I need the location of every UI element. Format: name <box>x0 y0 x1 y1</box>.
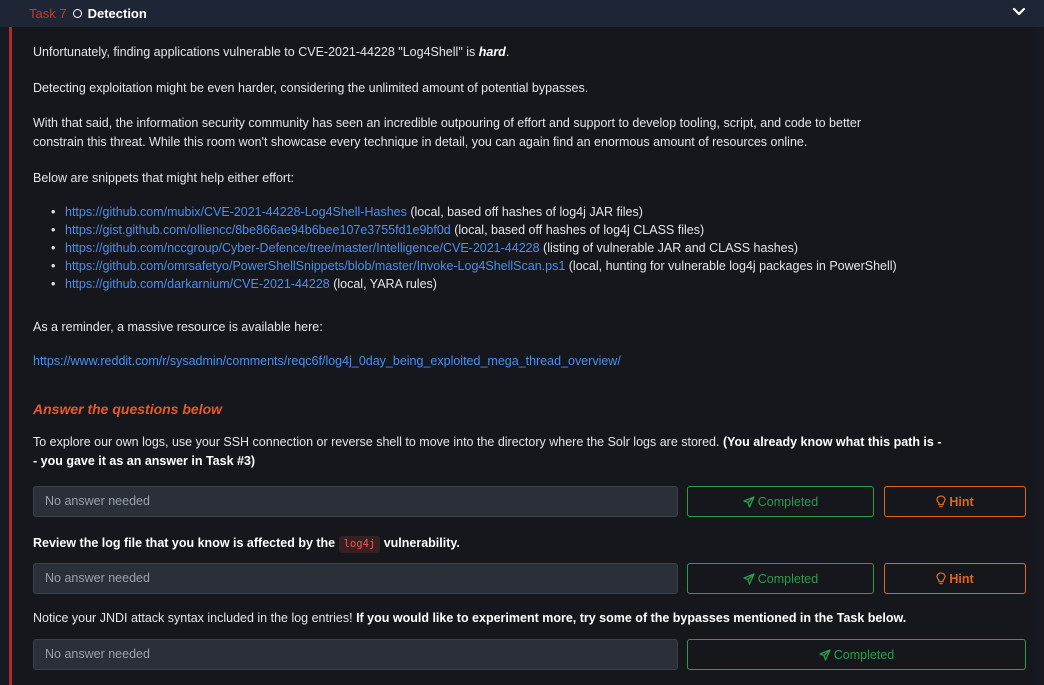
resource-link[interactable]: https://github.com/darkarnium/CVE-2021-4… <box>65 277 330 291</box>
list-item: https://github.com/omrsafetyo/PowerShell… <box>42 257 897 275</box>
completed-button-1[interactable]: Completed <box>687 486 874 517</box>
hint-button-2[interactable]: Hint <box>884 563 1026 594</box>
emphasis-hard: hard <box>478 45 506 59</box>
completed-label: Completed <box>757 571 819 586</box>
code-log4j: log4j <box>338 536 381 553</box>
resource-link[interactable]: https://github.com/mubix/CVE-2021-44228-… <box>65 205 407 219</box>
task-content: Unfortunately, finding applications vuln… <box>9 27 1035 685</box>
paper-plane-icon <box>743 572 755 585</box>
answer-input-3[interactable]: No answer needed <box>33 639 678 670</box>
task-title: Detection <box>87 6 147 21</box>
list-item: https://github.com/darkarnium/CVE-2021-4… <box>42 275 897 293</box>
resource-link[interactable]: https://gist.github.com/olliencc/8be866a… <box>65 223 451 237</box>
hint-label: Hint <box>949 571 974 586</box>
chevron-down-icon[interactable] <box>1012 3 1026 21</box>
list-item: https://github.com/mubix/CVE-2021-44228-… <box>42 203 897 221</box>
task-header[interactable]: Task 7 Detection <box>0 0 1044 27</box>
question-2-text: Review the log file that you know is aff… <box>33 534 460 553</box>
question-3-text: Notice your JNDI attack syntax included … <box>33 611 907 625</box>
completed-label: Completed <box>833 647 895 662</box>
resource-link-list: https://github.com/mubix/CVE-2021-44228-… <box>42 203 897 293</box>
completed-button-3[interactable]: Completed <box>687 639 1026 670</box>
list-item: https://github.com/nccgroup/Cyber-Defenc… <box>42 239 897 257</box>
completed-label: Completed <box>757 494 819 509</box>
paper-plane-icon <box>819 648 831 661</box>
lightbulb-icon <box>936 572 946 585</box>
hint-button-1[interactable]: Hint <box>884 486 1026 517</box>
answer-input-1[interactable]: No answer needed <box>33 486 678 517</box>
question-1-text: To explore our own logs, use your SSH co… <box>33 435 942 468</box>
task-number: Task 7 <box>29 6 67 21</box>
lightbulb-icon <box>936 495 946 508</box>
intro-paragraph-3: With that said, the information security… <box>33 116 862 149</box>
paper-plane-icon <box>743 495 755 508</box>
reddit-link[interactable]: https://www.reddit.com/r/sysadmin/commen… <box>33 354 621 368</box>
answers-heading: Answer the questions below <box>33 401 223 417</box>
reminder-text: As a reminder, a massive resource is ava… <box>33 320 323 334</box>
intro-paragraph-4: Below are snippets that might help eithe… <box>33 171 295 185</box>
circle-icon <box>72 9 82 18</box>
resource-link[interactable]: https://github.com/nccgroup/Cyber-Defenc… <box>65 241 540 255</box>
hint-label: Hint <box>949 494 974 509</box>
resource-link[interactable]: https://github.com/omrsafetyo/PowerShell… <box>65 259 565 273</box>
list-item: https://gist.github.com/olliencc/8be866a… <box>42 221 897 239</box>
intro-paragraph-1: Unfortunately, finding applications vuln… <box>33 45 510 59</box>
reminder-link-wrapper: https://www.reddit.com/r/sysadmin/commen… <box>33 352 621 371</box>
answer-input-2[interactable]: No answer needed <box>33 563 678 594</box>
completed-button-2[interactable]: Completed <box>687 563 874 594</box>
intro-paragraph-2: Detecting exploitation might be even har… <box>33 81 589 95</box>
